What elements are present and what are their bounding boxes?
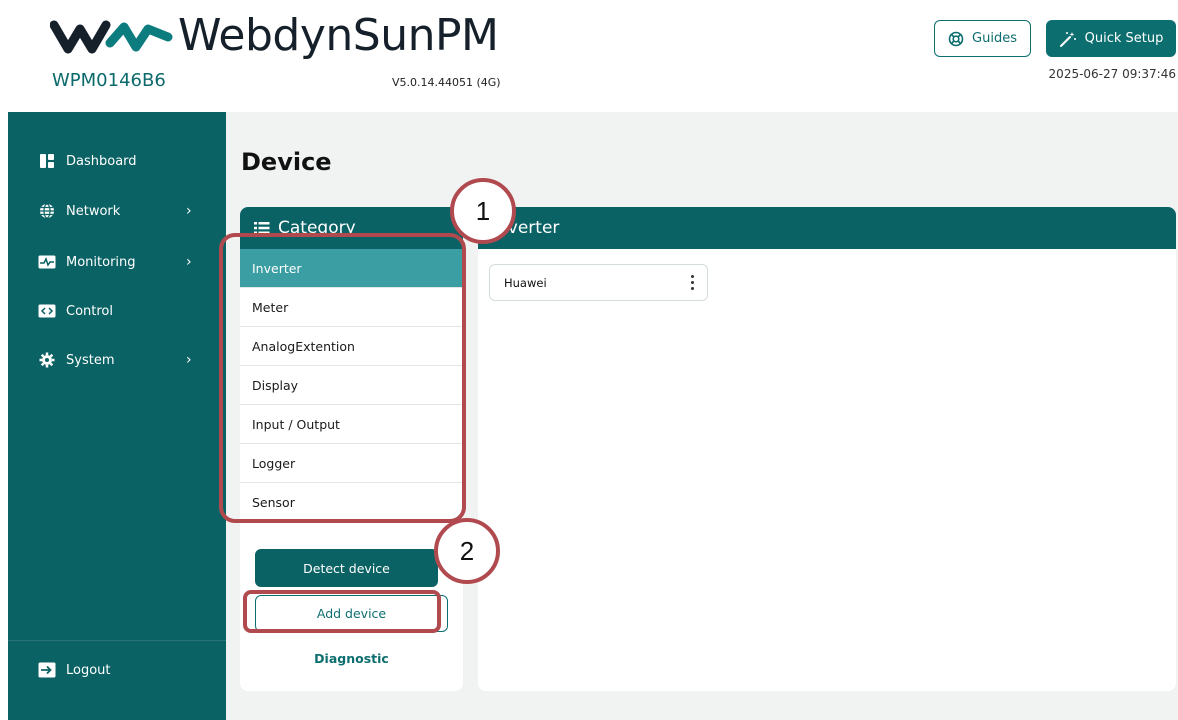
sidebar-item-monitoring[interactable]: Monitoring › <box>8 243 226 281</box>
sidebar-item-label: System <box>66 352 115 368</box>
sidebar: Dashboard Network › Monitoring › Control… <box>8 112 226 720</box>
page-title: Device <box>241 148 332 176</box>
sidebar-item-label: Network <box>66 203 121 219</box>
sidebar-item-control[interactable]: Control <box>8 292 226 330</box>
quick-setup-label: Quick Setup <box>1084 31 1164 46</box>
logout-icon <box>38 662 56 678</box>
annotation-marker-2: 2 <box>434 518 500 584</box>
detect-device-button[interactable]: Detect device <box>255 549 438 587</box>
monitoring-icon <box>38 254 56 270</box>
device-serial: WPM0146B6 <box>52 70 166 91</box>
dashboard-icon <box>38 153 56 169</box>
magic-wand-icon <box>1059 31 1076 47</box>
datetime: 2025-06-27 09:37:46 <box>1048 67 1176 81</box>
chevron-right-icon: › <box>186 254 192 270</box>
quick-setup-button[interactable]: Quick Setup <box>1046 20 1176 57</box>
divider <box>8 640 226 641</box>
webdyn-logo-icon <box>50 20 173 53</box>
guides-button[interactable]: Guides <box>934 20 1031 57</box>
chevron-right-icon: › <box>186 352 192 368</box>
globe-icon <box>38 203 56 219</box>
header: WebdynSunPM WPM0146B6 V5.0.14.44051 (4G)… <box>0 0 1178 112</box>
logout-label: Logout <box>66 662 111 678</box>
annotation-highlight-category-list <box>219 233 466 523</box>
sidebar-item-label: Monitoring <box>66 254 136 270</box>
diagnostic-link[interactable]: Diagnostic <box>240 651 463 666</box>
sidebar-item-dashboard[interactable]: Dashboard <box>8 142 226 180</box>
gear-icon <box>38 352 56 368</box>
code-icon <box>38 303 56 319</box>
lifebuoy-icon <box>948 31 964 46</box>
device-name: Huawei <box>504 275 547 290</box>
sidebar-item-system[interactable]: System › <box>8 341 226 379</box>
device-panel: Inverter Huawei <box>478 207 1176 691</box>
guides-label: Guides <box>972 31 1017 46</box>
logo: WebdynSunPM <box>50 10 499 61</box>
annotation-highlight-add-device <box>243 590 441 633</box>
device-card[interactable]: Huawei <box>489 264 708 301</box>
sidebar-item-label: Control <box>66 303 113 319</box>
sidebar-item-network[interactable]: Network › <box>8 192 226 230</box>
chevron-right-icon: › <box>186 203 192 219</box>
brand-name: WebdynSunPM <box>178 10 499 61</box>
firmware-version: V5.0.14.44051 (4G) <box>392 76 501 89</box>
sidebar-item-label: Dashboard <box>66 153 137 169</box>
logout-button[interactable]: Logout <box>8 651 226 689</box>
annotation-marker-1: 1 <box>450 178 516 244</box>
more-options-icon[interactable] <box>685 271 699 293</box>
device-panel-title: Inverter <box>478 207 1176 249</box>
